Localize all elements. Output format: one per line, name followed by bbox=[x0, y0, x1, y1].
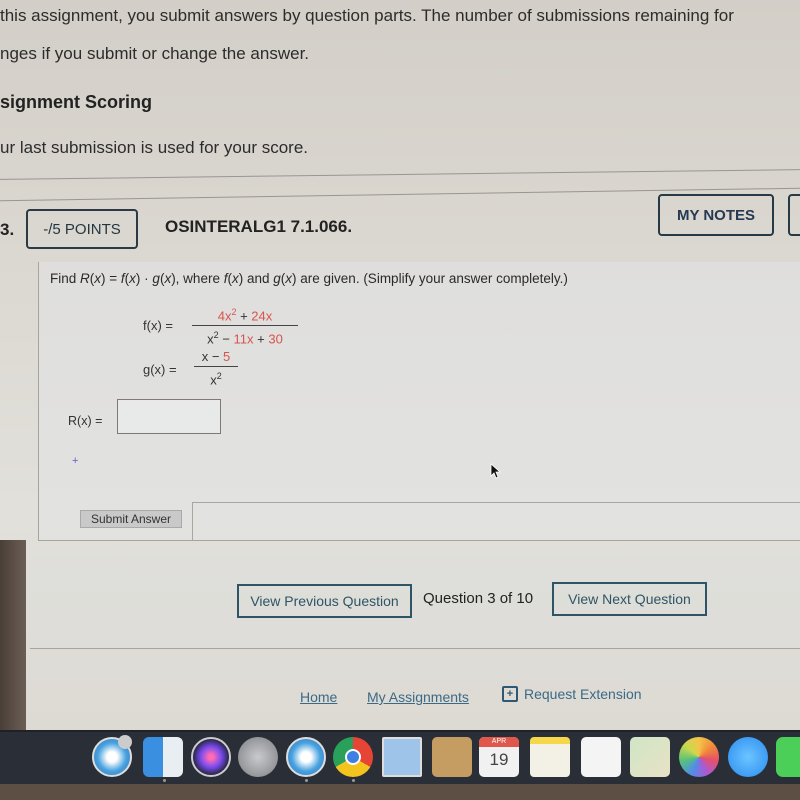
request-extension-link[interactable]: + Request Extension bbox=[502, 686, 642, 702]
view-next-question-button[interactable]: View Next Question bbox=[552, 582, 707, 616]
g-fraction: x − 5 x2 bbox=[194, 349, 238, 388]
maps-icon[interactable] bbox=[630, 737, 670, 777]
prompt-text: Find bbox=[50, 271, 81, 286]
f-denominator: x2 − 11x + 30 bbox=[192, 327, 298, 347]
my-assignments-link[interactable]: My Assignments bbox=[367, 689, 469, 705]
submit-area bbox=[192, 502, 800, 541]
monitor-bezel bbox=[0, 540, 26, 730]
prompt-text: ) and bbox=[238, 271, 274, 286]
coef: 30 bbox=[268, 331, 283, 347]
running-indicator bbox=[305, 779, 308, 782]
messages-icon[interactable] bbox=[728, 737, 768, 777]
instructions-line-2: nges if you submit or change the answer. bbox=[0, 44, 310, 63]
calendar-icon[interactable]: APR 19 bbox=[479, 737, 519, 777]
facetime-icon[interactable] bbox=[776, 737, 800, 777]
g-label: g(x) = bbox=[143, 362, 177, 377]
submit-answer-button[interactable]: Submit Answer bbox=[80, 510, 182, 528]
safari-icon[interactable] bbox=[286, 737, 326, 777]
prompt-text: ) · bbox=[135, 271, 153, 286]
operator: − bbox=[218, 331, 234, 347]
launchpad-icon[interactable] bbox=[238, 737, 278, 777]
f-numerator: 4x2 + 24x bbox=[192, 304, 298, 324]
calendar-month: APR bbox=[479, 737, 519, 747]
assignment-scoring-heading: signment Scoring bbox=[0, 92, 153, 112]
request-extension-label: Request Extension bbox=[524, 686, 642, 702]
finder-icon[interactable] bbox=[143, 737, 183, 777]
coef: 24x bbox=[251, 308, 273, 324]
photos-icon[interactable] bbox=[679, 737, 719, 777]
plus-marker: + bbox=[72, 455, 79, 467]
prompt-text: x bbox=[94, 271, 102, 286]
answer-label: R(x) = bbox=[68, 414, 103, 428]
exponent: 2 bbox=[216, 371, 222, 381]
operator: + bbox=[253, 331, 269, 347]
chrome-icon[interactable] bbox=[333, 737, 373, 777]
view-previous-question-button[interactable]: View Previous Question bbox=[237, 584, 412, 618]
prompt-text: R bbox=[80, 271, 90, 286]
fraction-bar bbox=[192, 325, 298, 327]
instructions-line-1: this assignment, you submit answers by q… bbox=[0, 6, 734, 25]
my-notes-button[interactable]: MY NOTES bbox=[658, 194, 774, 236]
calendar-day: 19 bbox=[489, 750, 509, 769]
points-badge[interactable]: -/5 POINTS bbox=[26, 209, 138, 249]
question-prompt: Find R(x) = f(x) · g(x), where f(x) and … bbox=[50, 271, 568, 286]
f-label: f(x) = bbox=[143, 318, 173, 333]
monitor-bottom-bezel bbox=[0, 784, 800, 800]
g-numerator: x − 5 bbox=[194, 349, 238, 365]
prompt-text: x bbox=[231, 271, 239, 286]
term: x − bbox=[201, 349, 224, 364]
coef: 11x bbox=[233, 331, 254, 347]
f-fraction: 4x2 + 24x x2 − 11x + 30 bbox=[192, 304, 298, 348]
reminders-icon[interactable] bbox=[581, 737, 621, 777]
operator: + bbox=[236, 308, 252, 324]
coef: 4x bbox=[217, 308, 232, 324]
question-code: OSINTERALG1 7.1.066. bbox=[165, 217, 353, 236]
fraction-bar bbox=[194, 366, 238, 367]
contacts-icon[interactable] bbox=[432, 737, 472, 777]
mail-icon[interactable] bbox=[382, 737, 422, 777]
siri-icon[interactable] bbox=[191, 737, 231, 777]
question-counter: Question 3 of 10 bbox=[423, 590, 534, 607]
calendar-plus-icon: + bbox=[502, 686, 518, 702]
running-indicator bbox=[163, 779, 166, 782]
ask-teacher-button[interactable] bbox=[788, 194, 800, 236]
handoff-badge-icon bbox=[118, 735, 132, 749]
answer-input[interactable] bbox=[117, 399, 221, 434]
scoring-text: ur last submission is used for your scor… bbox=[0, 138, 309, 157]
prompt-text: ) = bbox=[101, 271, 121, 286]
mouse-cursor-icon bbox=[490, 463, 502, 479]
g-denominator: x2 bbox=[194, 368, 238, 388]
notes-icon[interactable] bbox=[530, 737, 570, 777]
running-indicator bbox=[352, 779, 355, 782]
prompt-text: g bbox=[152, 271, 160, 286]
prompt-text: g bbox=[273, 271, 281, 286]
prompt-text: x bbox=[129, 271, 136, 286]
prompt-text: ), where bbox=[171, 271, 224, 286]
coef: 5 bbox=[223, 349, 231, 364]
prompt-text: ) are given. (Simplify your answer compl… bbox=[292, 271, 568, 286]
question-number: 3. bbox=[0, 220, 15, 239]
home-link[interactable]: Home bbox=[300, 689, 337, 705]
